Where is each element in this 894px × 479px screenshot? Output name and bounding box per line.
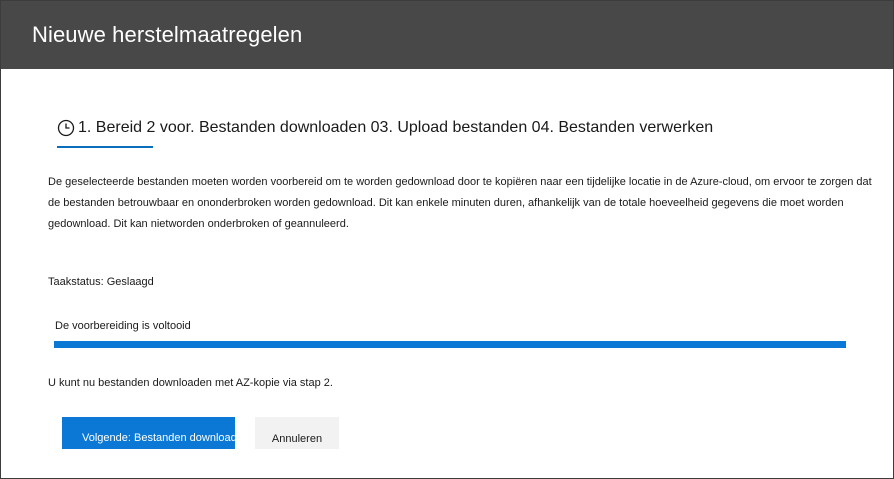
clock-icon (57, 119, 75, 137)
progress-bar-fill (54, 341, 846, 348)
active-step-indicator (57, 146, 153, 148)
dialog-titlebar: Nieuwe herstelmaatregelen (1, 1, 893, 69)
progress-label: De voorbereiding is voltooid (55, 320, 191, 332)
wizard-steps-label[interactable]: 1. Bereid 2 voor. Bestanden downloaden 0… (78, 119, 713, 137)
description-text: De geselecteerde bestanden moeten worden… (48, 176, 872, 230)
cancel-button[interactable]: Annuleren (255, 417, 339, 449)
remediation-dialog: Nieuwe herstelmaatregelen 1. Bereid 2 vo… (0, 0, 894, 479)
info-text: U kunt nu bestanden downloaden met AZ-ko… (48, 377, 333, 389)
task-status: Taakstatus: Geslaagd (48, 276, 154, 288)
dialog-title: Nieuwe herstelmaatregelen (32, 22, 303, 47)
next-download-button[interactable]: Volgende: Bestanden downloaden (62, 417, 235, 449)
wizard-steps: 1. Bereid 2 voor. Bestanden downloaden 0… (57, 119, 713, 137)
progress-bar (54, 341, 846, 348)
